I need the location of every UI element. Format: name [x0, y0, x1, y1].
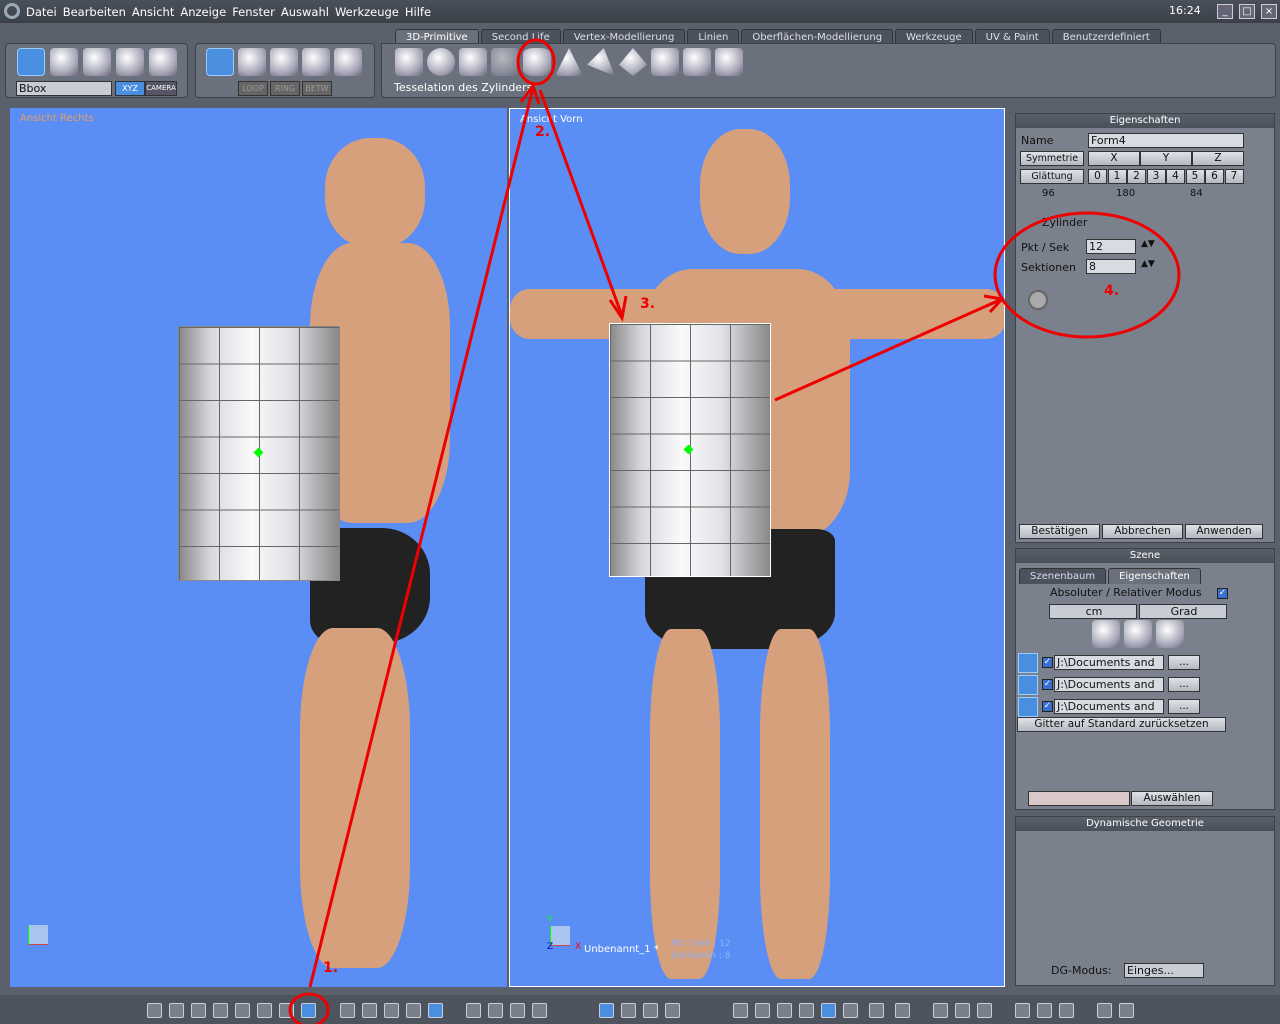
annotation-arrow-1	[308, 87, 535, 988]
annotation-label-1: 1.	[323, 960, 339, 976]
annotation-overlay	[288, 38, 1181, 1024]
annotation-label-2: 2.	[535, 124, 551, 140]
annotation-arrow-3	[538, 89, 624, 317]
annotation-circle-1	[288, 992, 330, 1024]
annotation-arrow-4	[774, 297, 1003, 402]
annotation-circle-4	[993, 211, 1181, 339]
annotation-circle-2	[516, 38, 556, 86]
annotation-label-3: 3.	[640, 296, 656, 312]
annotation-label-4: 4.	[1104, 283, 1120, 299]
